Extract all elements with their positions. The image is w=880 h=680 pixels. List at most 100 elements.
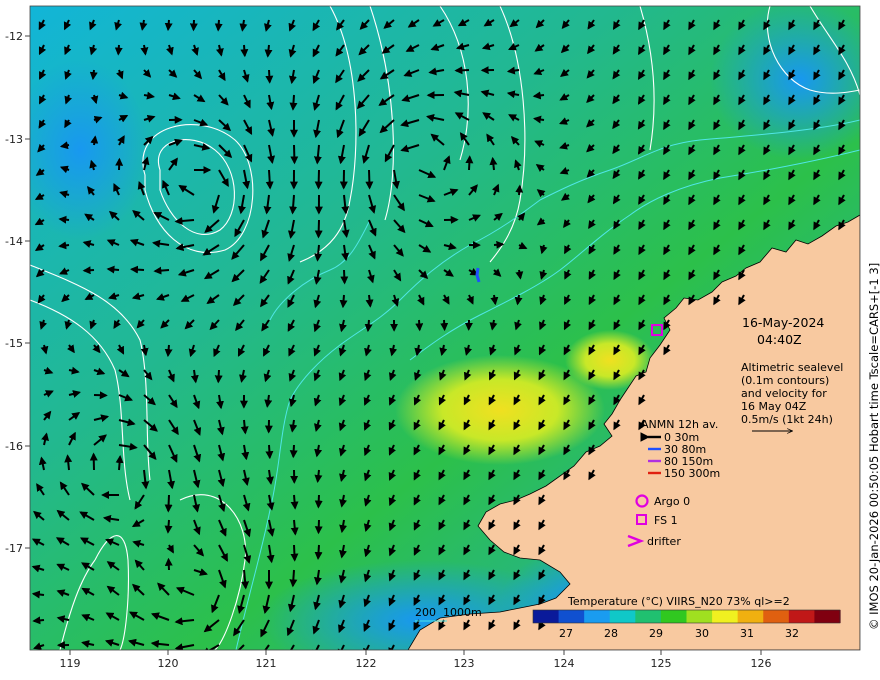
lon-tick-label: 121 [256, 657, 277, 670]
latitude-axis: -12 -13 -14 -15 -16 -17 [5, 30, 30, 555]
velocity-arrow [240, 419, 249, 435]
lon-tick-label: 119 [60, 657, 81, 670]
colorbar-swatch [609, 610, 636, 623]
velocity-arrow [153, 266, 170, 275]
velocity-arrow [32, 616, 45, 625]
lat-tick-label: -14 [5, 235, 23, 248]
lat-tick-label: -12 [5, 30, 23, 43]
velocity-arrow [515, 269, 524, 280]
colorbar-swatch [635, 610, 662, 623]
velocity-arrow [289, 444, 298, 459]
velocity-arrow [290, 494, 299, 510]
fs-label: FS 1 [654, 514, 678, 527]
description-line-3: and velocity for [741, 387, 827, 400]
description-line-1: Altimetric sealevel [741, 361, 843, 374]
velocity-arrow [314, 519, 323, 535]
cool-patch [30, 60, 150, 240]
colorbar-tick-label: 27 [559, 627, 573, 640]
date-label: 16-May-2024 [742, 315, 824, 330]
velocity-arrow [532, 91, 545, 100]
lon-tick-label: 120 [158, 657, 179, 670]
velocity-arrow [514, 294, 523, 306]
velocity-arrow [290, 144, 299, 165]
time-label: 04:40Z [757, 332, 802, 347]
velocity-arrow [240, 44, 249, 58]
colorbar-tick-label: 28 [604, 627, 618, 640]
anmn-item-label: 150 300m [664, 467, 720, 480]
colorbar-tick-label: 31 [740, 627, 754, 640]
velocity-arrow [89, 69, 98, 81]
velocity-arrow [314, 544, 323, 560]
colorbar-swatch [712, 610, 739, 623]
velocity-arrow [454, 66, 470, 75]
velocity-arrow [314, 469, 323, 483]
lat-tick-label: -15 [5, 337, 23, 350]
colorbar-tick-label: 29 [649, 627, 663, 640]
velocity-arrow [214, 369, 223, 384]
velocity-arrow [533, 115, 545, 124]
colorbar-swatch [558, 610, 585, 623]
credit-label: © IMOS 20-Jan-2026 00:50:05 Hobart time … [867, 263, 880, 630]
lon-tick-label: 122 [356, 657, 377, 670]
velocity-arrow [114, 44, 123, 56]
velocity-arrow [58, 241, 70, 250]
velocity-arrow [189, 19, 198, 32]
colorbar-swatch [788, 610, 816, 623]
lon-tick-label: 125 [651, 657, 672, 670]
velocity-arrow [90, 135, 99, 146]
anmn-title: ANMN 12h av. [641, 418, 718, 431]
velocity-arrow [290, 544, 299, 562]
velocity-arrow [164, 344, 173, 358]
lat-tick-label: -16 [5, 440, 23, 453]
velocity-arrow [289, 569, 298, 588]
velocity-arrow [106, 265, 120, 274]
velocity-arrow [440, 319, 449, 332]
velocity-arrow [289, 94, 298, 111]
description-line-5: 0.5m/s (1kt 24h) [741, 413, 833, 426]
colorbar-title: Temperature (°C) VIIRS_N20 73% ql>=2 [567, 595, 790, 608]
colorbar-tick-label: 30 [695, 627, 709, 640]
velocity-arrow [82, 266, 95, 275]
description-line-2: (0.1m contours) [741, 374, 829, 387]
velocity-arrow [265, 169, 274, 190]
velocity-arrow [465, 155, 474, 171]
velocity-arrow [164, 519, 173, 534]
drifter-label: drifter [647, 535, 681, 548]
colorbar [532, 609, 841, 624]
velocity-arrow [64, 454, 73, 471]
velocity-arrow [290, 519, 299, 536]
colorbar-swatch [814, 610, 841, 623]
velocity-arrow [506, 66, 520, 75]
colorbar-swatch [737, 610, 764, 623]
colorbar-swatch [763, 610, 790, 623]
velocity-arrow [490, 294, 499, 306]
velocity-arrow [264, 44, 273, 58]
velocity-arrow [340, 269, 349, 285]
velocity-arrow [314, 219, 323, 239]
velocity-arrow [140, 44, 149, 56]
colorbar-swatch [533, 610, 560, 623]
velocity-arrow [415, 319, 424, 332]
lat-tick-label: -13 [5, 133, 23, 146]
velocity-arrow [489, 156, 498, 171]
velocity-arrow [289, 194, 298, 215]
velocity-arrow [314, 494, 323, 509]
map-figure: 119 120 121 122 123 124 125 126 -12 -13 -14 -15 -16… [5, 5, 880, 670]
velocity-arrow [364, 319, 373, 333]
velocity-arrow [130, 265, 145, 274]
velocity-arrow [339, 294, 348, 309]
depth-legend-label: 200 1000m [415, 606, 482, 619]
argo-label: Argo 0 [654, 495, 690, 508]
velocity-arrow [164, 494, 173, 513]
velocity-arrow [314, 169, 323, 190]
colorbar-swatch [686, 610, 713, 623]
lat-tick-label: -17 [5, 542, 23, 555]
velocity-arrow [265, 69, 274, 84]
velocity-arrow [164, 557, 173, 571]
velocity-arrow [365, 294, 374, 308]
lon-tick-label: 124 [554, 657, 575, 670]
velocity-arrow [515, 184, 524, 196]
colorbar-swatch [660, 610, 688, 623]
velocity-arrow [214, 19, 223, 32]
velocity-arrow [31, 590, 45, 599]
